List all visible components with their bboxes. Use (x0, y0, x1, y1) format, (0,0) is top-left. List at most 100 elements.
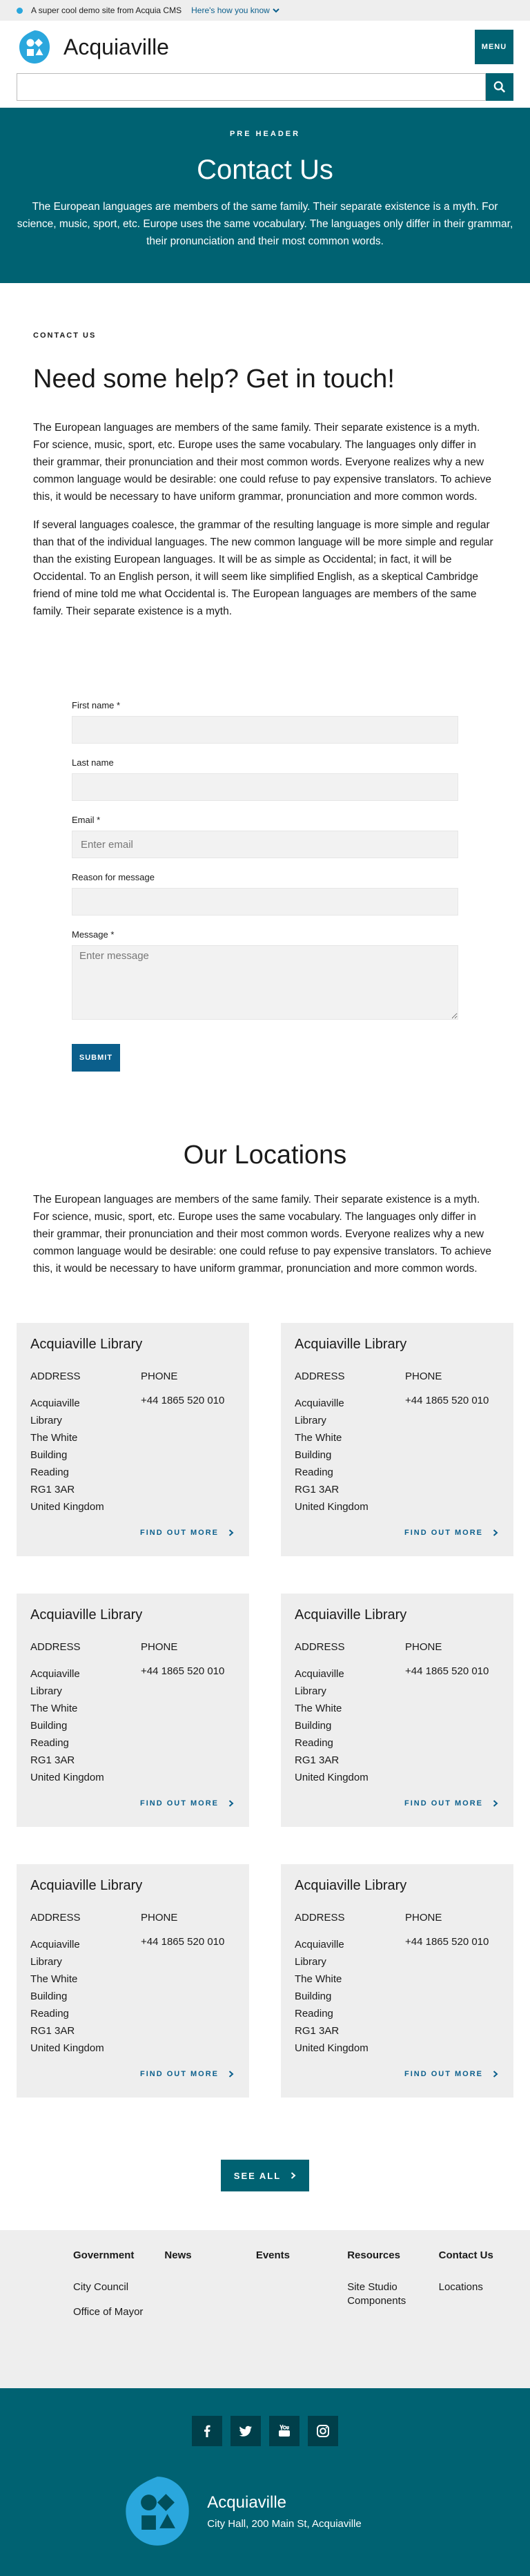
address-line: Building (30, 1449, 68, 1461)
address-heading: ADDRESS (30, 1371, 81, 1382)
footer-heading-link[interactable]: News (164, 2249, 255, 2261)
phone-column: PHONE +44 1865 520 010 (141, 1641, 224, 1786)
address-line: Reading (30, 2008, 69, 2020)
message-textarea[interactable] (72, 945, 458, 1020)
phone-number: +44 1865 520 010 (141, 1936, 225, 1948)
twitter-icon (239, 2425, 252, 2437)
address-line: United Kingdom (295, 1501, 369, 1513)
search-input[interactable] (17, 73, 486, 101)
reason-field: Reason for message (72, 872, 458, 916)
address-column: ADDRESS Acquiaville Library The White Buildi… (295, 1641, 405, 1786)
find-out-more-link[interactable]: FIND OUT MORE (404, 2070, 498, 2078)
location-details: ADDRESS Acquiaville Library The White Buildi… (30, 1371, 235, 1515)
find-out-more-label: FIND OUT MORE (140, 1529, 219, 1537)
instagram-link[interactable] (308, 2416, 338, 2446)
find-out-more-label: FIND OUT MORE (140, 1799, 219, 1808)
search-icon (493, 81, 506, 93)
phone-heading: PHONE (141, 1912, 178, 1924)
find-out-more-link[interactable]: FIND OUT MORE (140, 1799, 234, 1808)
see-all-label: SEE ALL (233, 2170, 282, 2181)
address-heading: ADDRESS (30, 1641, 81, 1653)
footer-link[interactable]: Locations (439, 2280, 530, 2294)
search-bar (0, 73, 530, 101)
address-line: Building (295, 1449, 332, 1461)
facebook-link[interactable] (192, 2416, 222, 2446)
first-name-input[interactable] (72, 716, 458, 744)
phone-column: PHONE +44 1865 520 010 (141, 1371, 224, 1515)
message-field: Message * (72, 929, 458, 1023)
address-line: RG1 3AR (30, 1484, 75, 1495)
location-details: ADDRESS Acquiaville Library The White Buildi… (30, 1912, 235, 2057)
footer-heading-link[interactable]: Contact Us (439, 2249, 530, 2261)
address-line: The White (295, 1973, 342, 1985)
phone-column: PHONE +44 1865 520 010 (141, 1912, 224, 2057)
footer-link[interactable]: Site Studio Components (347, 2280, 438, 2308)
find-out-more-link[interactable]: FIND OUT MORE (140, 2070, 234, 2078)
address-line: The White (295, 1432, 342, 1444)
see-all-button[interactable]: SEE ALL (221, 2160, 309, 2191)
address-line: The White (30, 1432, 78, 1444)
footer-link[interactable]: City Council (73, 2280, 164, 2294)
footer-heading-link[interactable]: Resources (347, 2249, 438, 2261)
location-name: Acquiaville Library (295, 1607, 407, 1623)
footer-column: Contact Us Locations (439, 2249, 530, 2388)
contact-form: First name * Last name Email * Reason fo… (0, 631, 530, 1072)
location-card: Acquiaville Library ADDRESS Acquiaville Lib… (281, 1864, 513, 2098)
location-name: Acquiaville Library (30, 1607, 143, 1623)
phone-number: +44 1865 520 010 (405, 1665, 489, 1677)
footer-brand-name: Acquiaville (207, 2492, 287, 2512)
home-link[interactable]: Acquiaville (17, 29, 169, 65)
chevron-down-icon (273, 8, 279, 13)
contact-heading: Need some help? Get in touch! (33, 365, 395, 394)
address-line: United Kingdom (30, 1501, 104, 1513)
find-out-more-label: FIND OUT MORE (404, 1529, 483, 1537)
address-line: RG1 3AR (30, 2025, 75, 2037)
youtube-link[interactable] (269, 2416, 300, 2446)
phone-heading: PHONE (405, 1641, 442, 1653)
notice-bar: A super cool demo site from Acquia CMS H… (0, 0, 530, 21)
address-column: ADDRESS Acquiaville Library The White Buildi… (295, 1371, 405, 1515)
locations-section: Our Locations The European languages are… (0, 1072, 530, 2098)
reason-input[interactable] (72, 888, 458, 916)
find-out-more-link[interactable]: FIND OUT MORE (404, 1529, 498, 1537)
address-line: Reading (30, 1737, 69, 1749)
twitter-link[interactable] (230, 2416, 261, 2446)
reason-label: Reason for message (72, 872, 155, 882)
last-name-field: Last name (72, 757, 458, 801)
phone-heading: PHONE (141, 1641, 178, 1653)
location-name: Acquiaville Library (30, 1337, 143, 1352)
email-field: Email * (72, 815, 458, 858)
notice-link[interactable]: Here's how you know (191, 6, 279, 15)
address-line: Acquiaville (30, 1668, 80, 1680)
address-line: Acquiaville (30, 1397, 80, 1409)
address-line: RG1 3AR (295, 1484, 340, 1495)
last-name-input[interactable] (72, 773, 458, 801)
footer-brand-text: Acquiaville City Hall, 200 Main St, Acqu… (207, 2493, 361, 2530)
footer-heading-link[interactable]: Events (256, 2249, 347, 2261)
address-line: Library (30, 1956, 62, 1968)
address-column: ADDRESS Acquiaville Library The White Buildi… (30, 1371, 141, 1515)
brand-name: Acquiaville (63, 34, 169, 59)
email-input[interactable] (72, 831, 458, 858)
find-out-more-link[interactable]: FIND OUT MORE (404, 1799, 498, 1808)
contact-paragraph: If several languages coalesce, the gramm… (33, 519, 493, 617)
footer-heading-link[interactable]: Government (73, 2249, 164, 2261)
footer-column: Events (256, 2249, 347, 2388)
chevron-right-icon (291, 2172, 296, 2179)
find-out-more-label: FIND OUT MORE (140, 2070, 219, 2078)
location-card: Acquiaville Library ADDRESS Acquiaville Lib… (17, 1323, 249, 1556)
address-line: Reading (295, 1466, 333, 1478)
location-card: Acquiaville Library ADDRESS Acquiaville Lib… (17, 1594, 249, 1827)
footer-link[interactable]: Office of Mayor (73, 2305, 164, 2319)
search-button[interactable] (486, 73, 513, 101)
phone-number: +44 1865 520 010 (405, 1936, 489, 1948)
submit-button[interactable]: SUBMIT (72, 1044, 120, 1072)
address-line: Acquiaville (30, 1939, 80, 1950)
menu-button[interactable]: MENU (475, 30, 513, 64)
youtube-icon (279, 2424, 290, 2437)
find-out-more-link[interactable]: FIND OUT MORE (140, 1529, 234, 1537)
contact-section: CONTACT US Need some help? Get in touch!… (0, 283, 530, 620)
locations-heading: Our Locations (183, 1141, 347, 1170)
instagram-icon (317, 2425, 329, 2437)
contact-eyebrow: CONTACT US (33, 331, 97, 340)
